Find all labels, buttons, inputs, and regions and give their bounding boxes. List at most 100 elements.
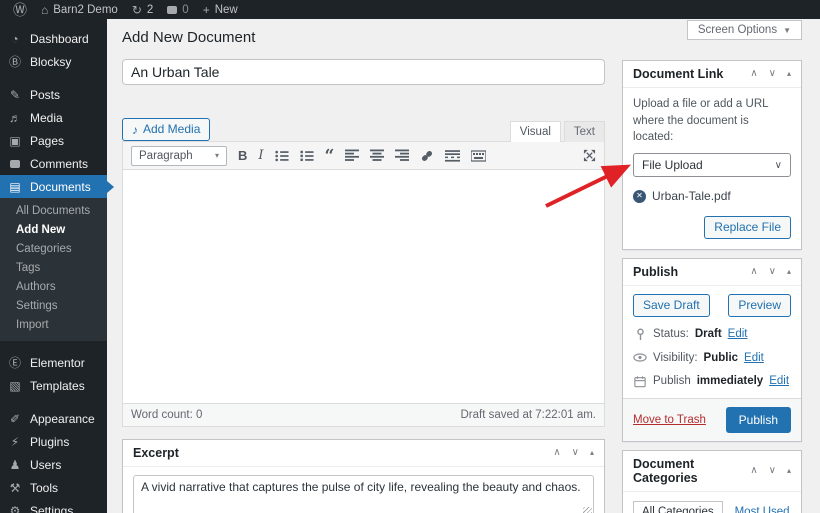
file-source-select[interactable]: File Upload ∨ <box>633 153 791 178</box>
sidebar-item-label: Pages <box>30 133 65 148</box>
sidebar-item-label: Dashboard <box>30 31 89 46</box>
align-left-button[interactable] <box>345 149 360 162</box>
align-center-button[interactable] <box>370 149 385 162</box>
submenu-authors[interactable]: Authors <box>0 278 107 297</box>
move-down-icon[interactable]: ∨ <box>769 69 776 79</box>
sidebar-item-blocksy[interactable]: Ⓑ Blocksy <box>0 50 107 73</box>
move-down-icon[interactable]: ∨ <box>769 266 776 277</box>
editor-content-area[interactable] <box>123 170 604 403</box>
toggle-panel-icon[interactable]: ▴ <box>787 70 791 78</box>
sidebar-item-templates[interactable]: ▧ Templates <box>0 374 107 397</box>
schedule-value: immediately <box>696 375 764 388</box>
admin-sidebar: ◔ Dashboard Ⓑ Blocksy ✎ Posts ♬ Media ▣ … <box>0 19 107 513</box>
right-sidebar-column: Document Link ∧ ∨ ▴ Upload a file or add… <box>622 60 802 513</box>
document-title-input[interactable] <box>122 59 605 85</box>
edit-visibility-link[interactable]: Edit <box>744 352 764 364</box>
comments-menu[interactable]: 0 <box>160 0 195 19</box>
visibility-row: Visibility: Public Edit <box>633 352 791 364</box>
sidebar-item-pages[interactable]: ▣ Pages <box>0 129 107 152</box>
file-source-value: File Upload <box>642 158 703 173</box>
move-up-icon[interactable]: ∧ <box>750 69 757 79</box>
move-to-trash-link[interactable]: Move to Trash <box>633 414 706 426</box>
comments-count: 0 <box>182 3 189 16</box>
tab-most-used[interactable]: Most Used <box>735 502 790 513</box>
paragraph-format-select[interactable]: Paragraph ▾ <box>131 145 227 166</box>
bold-button[interactable]: B <box>238 149 247 162</box>
move-up-icon[interactable]: ∧ <box>750 266 757 277</box>
submenu-settings[interactable]: Settings <box>0 297 107 316</box>
excerpt-textarea[interactable]: A vivid narrative that captures the puls… <box>133 475 594 513</box>
sidebar-item-posts[interactable]: ✎ Posts <box>0 83 107 106</box>
publish-panel-footer: Move to Trash Publish <box>623 397 801 442</box>
document-link-header[interactable]: Document Link ∧ ∨ ▴ <box>623 61 801 88</box>
read-more-tag-button[interactable] <box>445 149 461 162</box>
sidebar-item-media[interactable]: ♬ Media <box>0 106 107 129</box>
sidebar-separator <box>0 73 107 83</box>
sidebar-item-appearance[interactable]: ✐ Appearance <box>0 407 107 430</box>
sidebar-item-comments[interactable]: Comments <box>0 152 107 175</box>
sidebar-item-plugins[interactable]: ⚡ Plugins <box>0 430 107 453</box>
pages-icon: ▣ <box>9 133 21 148</box>
move-down-icon[interactable]: ∨ <box>769 466 776 476</box>
preview-button[interactable]: Preview <box>728 293 791 317</box>
publish-panel-header[interactable]: Publish ∧ ∨ ▴ <box>623 259 801 286</box>
fullscreen-button[interactable] <box>583 149 596 162</box>
page-title: Add New Document <box>122 29 256 46</box>
align-right-button[interactable] <box>395 149 410 162</box>
italic-button[interactable]: I <box>258 149 263 162</box>
updates-icon: ↻ <box>131 2 142 17</box>
numbered-list-button[interactable] <box>299 150 314 162</box>
updates-menu[interactable]: ↻ 2 <box>125 0 160 19</box>
bulleted-list-button[interactable] <box>274 150 289 162</box>
tab-all-categories[interactable]: All Categories <box>633 501 723 513</box>
sidebar-item-settings[interactable]: ⚙ Settings <box>0 499 107 513</box>
sidebar-item-users[interactable]: ♟ Users <box>0 453 107 476</box>
blockquote-button[interactable]: “ <box>325 147 335 164</box>
remove-file-icon[interactable]: ✕ <box>633 189 646 203</box>
move-down-icon[interactable]: ∨ <box>572 448 579 458</box>
publish-button[interactable]: Publish <box>725 406 791 434</box>
chevron-down-icon: ▼ <box>783 25 791 35</box>
categories-panel-header[interactable]: Document Categories ∧ ∨ ▴ <box>623 451 801 493</box>
submenu-categories[interactable]: Categories <box>0 240 107 259</box>
site-menu[interactable]: ⌂ Barn2 Demo <box>34 0 125 19</box>
schedule-row: Publish immediately Edit <box>633 375 791 388</box>
editor-toolbar: Paragraph ▾ B I “ <box>123 142 604 170</box>
screen-options-button[interactable]: Screen Options ▼ <box>686 20 802 40</box>
new-content-menu[interactable]: + New <box>196 0 245 19</box>
tab-visual[interactable]: Visual <box>509 121 561 142</box>
textarea-resize-handle[interactable] <box>583 507 592 513</box>
screen-options-label: Screen Options <box>697 24 778 36</box>
admin-bar: Ⓦ ⌂ Barn2 Demo ↻ 2 0 + New <box>0 0 820 19</box>
tab-text[interactable]: Text <box>563 121 605 142</box>
edit-status-link[interactable]: Edit <box>728 328 748 340</box>
toggle-panel-icon[interactable]: ▴ <box>787 267 791 276</box>
toggle-panel-icon[interactable]: ▴ <box>787 467 791 475</box>
plus-icon: + <box>202 2 210 17</box>
excerpt-panel-header[interactable]: Excerpt ∧ ∨ ▴ <box>123 440 604 467</box>
sidebar-item-tools[interactable]: ⚒ Tools <box>0 476 107 499</box>
visibility-value: Public <box>703 351 739 364</box>
status-label: Status: <box>653 328 689 341</box>
eye-icon <box>633 353 647 362</box>
replace-file-button[interactable]: Replace File <box>704 216 791 239</box>
move-up-icon[interactable]: ∧ <box>553 448 560 458</box>
submenu-all-documents[interactable]: All Documents <box>0 202 107 221</box>
sidebar-item-dashboard[interactable]: ◔ Dashboard <box>0 27 107 50</box>
submenu-add-new[interactable]: Add New <box>0 221 107 240</box>
edit-schedule-link[interactable]: Edit <box>769 375 789 387</box>
move-up-icon[interactable]: ∧ <box>750 466 757 476</box>
insert-link-button[interactable] <box>420 149 434 163</box>
sidebar-item-elementor[interactable]: Ⓔ Elementor <box>0 351 107 374</box>
sidebar-separator <box>0 397 107 407</box>
users-icon: ♟ <box>9 457 21 472</box>
wordpress-menu[interactable]: Ⓦ <box>6 0 34 19</box>
submenu-tags[interactable]: Tags <box>0 259 107 278</box>
sidebar-item-documents[interactable]: ▤ Documents <box>0 175 107 198</box>
save-draft-button[interactable]: Save Draft <box>633 293 710 317</box>
toggle-panel-icon[interactable]: ▴ <box>590 449 594 457</box>
toolbar-toggle-button[interactable] <box>471 149 487 162</box>
submenu-import[interactable]: Import <box>0 316 107 335</box>
templates-icon: ▧ <box>9 378 21 393</box>
add-media-button[interactable]: ♪ Add Media <box>122 118 211 141</box>
